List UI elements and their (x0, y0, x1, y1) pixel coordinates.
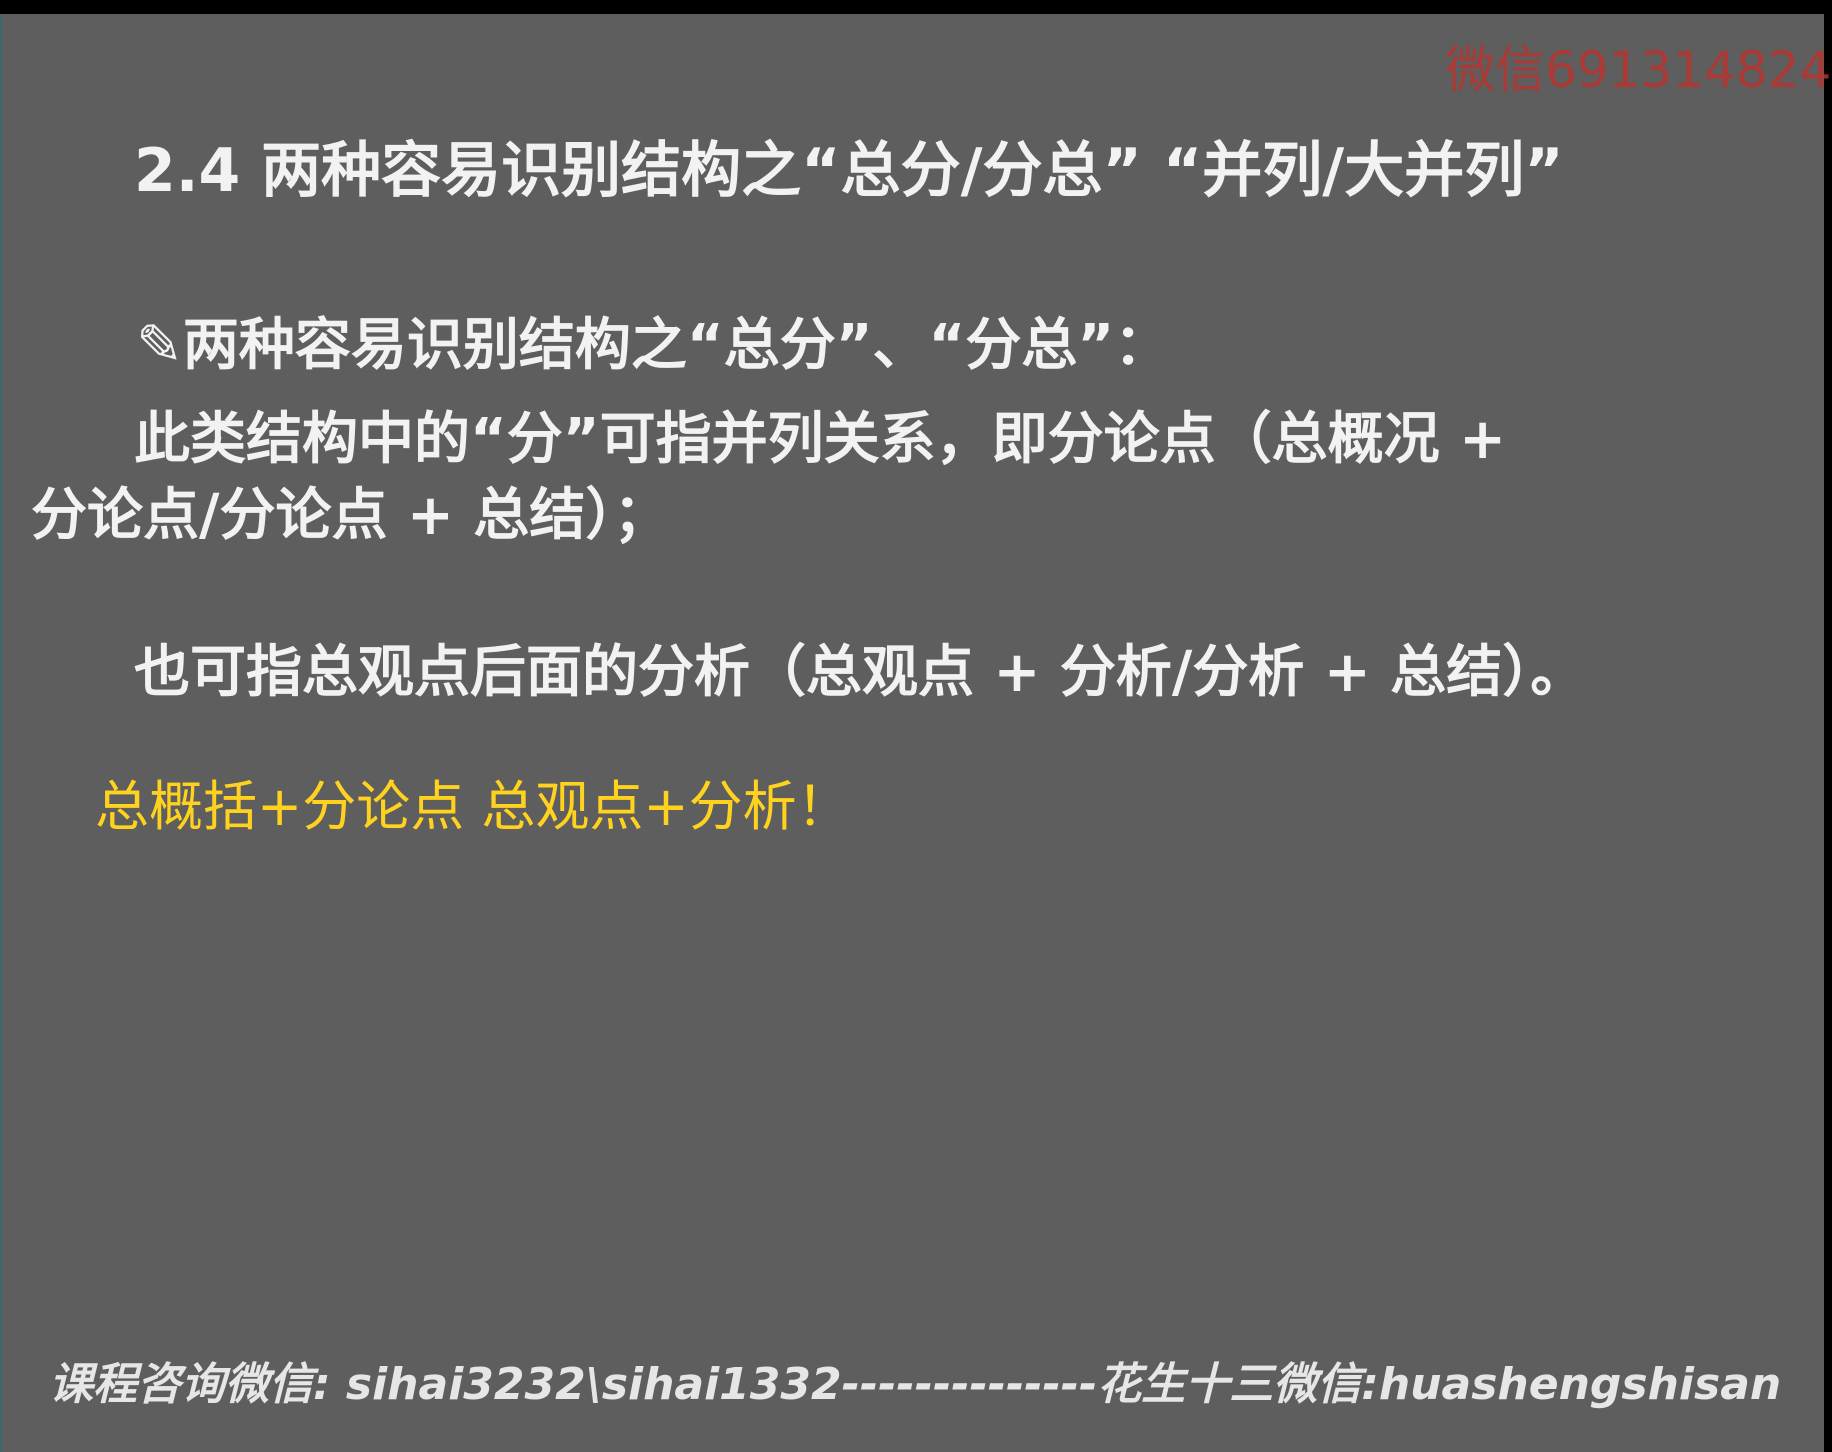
highlight-note: 总概括+分论点 总观点+分析！ (95, 775, 851, 838)
slide-title: 2.4 两种容易识别结构之“总分/分总” “并列/大并列” (134, 136, 1564, 206)
footer-contact: 课程咨询微信: sihai3232\sihai1332-------------… (49, 1359, 1782, 1410)
paragraph1-line2: 分论点/分论点 + 总结）； (31, 483, 670, 548)
pencil-icon: ✎ (136, 313, 183, 378)
paragraph1-line1: 此类结构中的“分”可指并列关系，即分论点（总概况 + (134, 407, 1507, 472)
paragraph2: 也可指总观点后面的分析（总观点 + 分析/分析 + 总结）。 (134, 640, 1587, 705)
subheading: ✎两种容易识别结构之“总分”、“分总”： (136, 300, 1170, 381)
slide: 微信691314824 2.4 两种容易识别结构之“总分/分总” “并列/大并列… (0, 14, 1831, 1452)
watermark: 微信691314824 (1445, 41, 1832, 99)
subheading-text: 两种容易识别结构之“总分”、“分总”： (182, 313, 1171, 378)
